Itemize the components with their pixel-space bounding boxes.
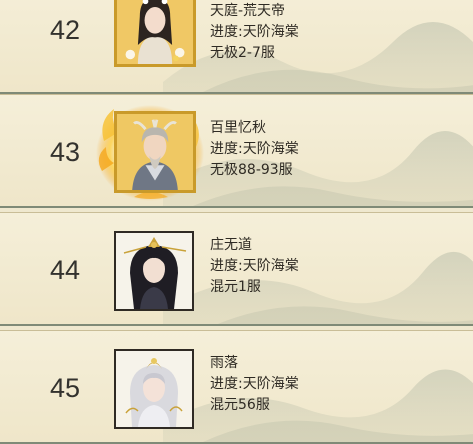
rank-number: 43 — [49, 137, 81, 167]
ranking-row[interactable]: 43 百里忆秋 进度:天阶海棠 无极88-93服 — [0, 94, 473, 208]
player-avatar[interactable] — [114, 231, 194, 311]
rank-number: 42 — [49, 15, 81, 45]
portrait-with-flower-crown-icon — [117, 0, 193, 64]
progress-text: 进度:天阶海棠 — [210, 376, 299, 392]
ranking-row[interactable]: 45 雨落 进度:天阶海棠 混元56服 — [0, 330, 473, 444]
server-text: 混元56服 — [210, 397, 270, 413]
ranking-row[interactable]: 42 天庭-荒天帝 进度:天阶海棠 无极2-7服 — [0, 0, 473, 94]
portrait-long-black-hair-icon — [116, 233, 192, 309]
ranking-row[interactable]: 44 庄无道 进度:天阶海棠 混元1服 — [0, 212, 473, 326]
server-text: 无极2-7服 — [210, 45, 275, 61]
player-avatar[interactable] — [114, 349, 194, 429]
ranking-list: 42 天庭-荒天帝 进度:天阶海棠 无极2-7服 43 百里忆秋 进度:天阶海棠… — [0, 0, 473, 444]
rank-number: 44 — [49, 255, 81, 285]
progress-text: 进度:天阶海棠 — [210, 258, 299, 274]
player-name: 庄无道 — [210, 237, 252, 253]
player-avatar[interactable] — [114, 111, 196, 193]
player-name: 天庭-荒天帝 — [210, 3, 286, 19]
portrait-elder-with-antler-crown-icon — [117, 114, 193, 190]
player-avatar[interactable] — [114, 0, 196, 67]
progress-text: 进度:天阶海棠 — [210, 24, 299, 40]
server-text: 混元1服 — [210, 279, 261, 295]
player-name: 百里忆秋 — [210, 120, 266, 136]
server-text: 无极88-93服 — [210, 162, 293, 178]
rank-number: 45 — [49, 373, 81, 403]
player-name: 雨落 — [210, 355, 238, 371]
portrait-silver-hair-crown-icon — [116, 351, 192, 427]
progress-text: 进度:天阶海棠 — [210, 141, 299, 157]
